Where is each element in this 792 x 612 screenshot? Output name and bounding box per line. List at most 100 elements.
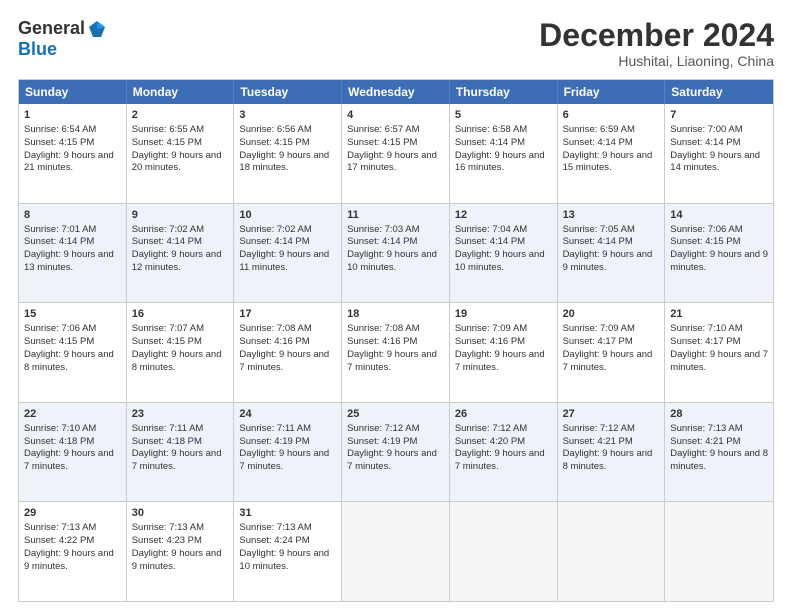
calendar-cell: 6 Sunrise: 6:59 AM Sunset: 4:14 PM Dayli… bbox=[558, 104, 666, 203]
day-number: 25 bbox=[347, 407, 444, 422]
sunrise-label: Sunrise: 7:03 AM bbox=[347, 224, 419, 235]
sunset-label: Sunset: 4:15 PM bbox=[347, 137, 417, 148]
logo-general-text: General bbox=[18, 18, 85, 39]
day-number: 22 bbox=[24, 407, 121, 422]
daylight-label: Daylight: 9 hours and 8 minutes. bbox=[132, 349, 222, 373]
day-number: 27 bbox=[563, 407, 660, 422]
sunset-label: Sunset: 4:15 PM bbox=[24, 137, 94, 148]
calendar-cell: 2 Sunrise: 6:55 AM Sunset: 4:15 PM Dayli… bbox=[127, 104, 235, 203]
header-cell-monday: Monday bbox=[127, 80, 235, 104]
day-number: 26 bbox=[455, 407, 552, 422]
sunset-label: Sunset: 4:18 PM bbox=[132, 436, 202, 447]
daylight-label: Daylight: 9 hours and 20 minutes. bbox=[132, 150, 222, 174]
calendar-cell: 14 Sunrise: 7:06 AM Sunset: 4:15 PM Dayl… bbox=[665, 204, 773, 303]
month-title: December 2024 bbox=[539, 18, 774, 53]
calendar-cell: 17 Sunrise: 7:08 AM Sunset: 4:16 PM Dayl… bbox=[234, 303, 342, 402]
sunset-label: Sunset: 4:14 PM bbox=[24, 236, 94, 247]
daylight-label: Daylight: 9 hours and 7 minutes. bbox=[239, 349, 329, 373]
day-number: 15 bbox=[24, 307, 121, 322]
logo: General Blue bbox=[18, 18, 107, 60]
sunrise-label: Sunrise: 7:08 AM bbox=[347, 323, 419, 334]
day-number: 20 bbox=[563, 307, 660, 322]
calendar-cell: 7 Sunrise: 7:00 AM Sunset: 4:14 PM Dayli… bbox=[665, 104, 773, 203]
day-number: 1 bbox=[24, 108, 121, 123]
daylight-label: Daylight: 9 hours and 7 minutes. bbox=[455, 349, 545, 373]
calendar-row-4: 22 Sunrise: 7:10 AM Sunset: 4:18 PM Dayl… bbox=[19, 402, 773, 502]
sunrise-label: Sunrise: 7:11 AM bbox=[132, 423, 204, 434]
daylight-label: Daylight: 9 hours and 9 minutes. bbox=[563, 249, 653, 273]
sunrise-label: Sunrise: 7:06 AM bbox=[24, 323, 96, 334]
header: General Blue December 2024 Hushitai, Lia… bbox=[18, 18, 774, 69]
sunset-label: Sunset: 4:14 PM bbox=[132, 236, 202, 247]
daylight-label: Daylight: 9 hours and 21 minutes. bbox=[24, 150, 114, 174]
sunrise-label: Sunrise: 6:55 AM bbox=[132, 124, 204, 135]
calendar-header: SundayMondayTuesdayWednesdayThursdayFrid… bbox=[19, 80, 773, 104]
sunset-label: Sunset: 4:15 PM bbox=[132, 137, 202, 148]
sunset-label: Sunset: 4:17 PM bbox=[563, 336, 633, 347]
sunrise-label: Sunrise: 7:11 AM bbox=[239, 423, 311, 434]
daylight-label: Daylight: 9 hours and 18 minutes. bbox=[239, 150, 329, 174]
calendar-cell: 20 Sunrise: 7:09 AM Sunset: 4:17 PM Dayl… bbox=[558, 303, 666, 402]
sunrise-label: Sunrise: 6:56 AM bbox=[239, 124, 311, 135]
day-number: 3 bbox=[239, 108, 336, 123]
calendar-cell: 10 Sunrise: 7:02 AM Sunset: 4:14 PM Dayl… bbox=[234, 204, 342, 303]
sunset-label: Sunset: 4:14 PM bbox=[670, 137, 740, 148]
calendar-cell: 16 Sunrise: 7:07 AM Sunset: 4:15 PM Dayl… bbox=[127, 303, 235, 402]
location-subtitle: Hushitai, Liaoning, China bbox=[539, 53, 774, 69]
calendar-cell: 31 Sunrise: 7:13 AM Sunset: 4:24 PM Dayl… bbox=[234, 502, 342, 601]
daylight-label: Daylight: 9 hours and 7 minutes. bbox=[563, 349, 653, 373]
sunset-label: Sunset: 4:19 PM bbox=[239, 436, 309, 447]
sunrise-label: Sunrise: 7:01 AM bbox=[24, 224, 96, 235]
sunrise-label: Sunrise: 7:13 AM bbox=[24, 522, 96, 533]
day-number: 21 bbox=[670, 307, 768, 322]
daylight-label: Daylight: 9 hours and 13 minutes. bbox=[24, 249, 114, 273]
logo-blue-text: Blue bbox=[18, 39, 57, 60]
daylight-label: Daylight: 9 hours and 9 minutes. bbox=[670, 249, 768, 273]
sunset-label: Sunset: 4:24 PM bbox=[239, 535, 309, 546]
calendar-cell: 5 Sunrise: 6:58 AM Sunset: 4:14 PM Dayli… bbox=[450, 104, 558, 203]
calendar-body: 1 Sunrise: 6:54 AM Sunset: 4:15 PM Dayli… bbox=[19, 104, 773, 601]
calendar-row-2: 8 Sunrise: 7:01 AM Sunset: 4:14 PM Dayli… bbox=[19, 203, 773, 303]
calendar-cell: 9 Sunrise: 7:02 AM Sunset: 4:14 PM Dayli… bbox=[127, 204, 235, 303]
calendar-cell: 13 Sunrise: 7:05 AM Sunset: 4:14 PM Dayl… bbox=[558, 204, 666, 303]
sunset-label: Sunset: 4:21 PM bbox=[563, 436, 633, 447]
sunrise-label: Sunrise: 6:57 AM bbox=[347, 124, 419, 135]
sunrise-label: Sunrise: 7:12 AM bbox=[563, 423, 635, 434]
daylight-label: Daylight: 9 hours and 17 minutes. bbox=[347, 150, 437, 174]
sunset-label: Sunset: 4:17 PM bbox=[670, 336, 740, 347]
day-number: 17 bbox=[239, 307, 336, 322]
day-number: 28 bbox=[670, 407, 768, 422]
sunrise-label: Sunrise: 7:13 AM bbox=[239, 522, 311, 533]
calendar-cell: 30 Sunrise: 7:13 AM Sunset: 4:23 PM Dayl… bbox=[127, 502, 235, 601]
sunrise-label: Sunrise: 6:58 AM bbox=[455, 124, 527, 135]
header-cell-saturday: Saturday bbox=[665, 80, 773, 104]
day-number: 19 bbox=[455, 307, 552, 322]
sunset-label: Sunset: 4:14 PM bbox=[563, 137, 633, 148]
day-number: 14 bbox=[670, 208, 768, 223]
page: General Blue December 2024 Hushitai, Lia… bbox=[0, 0, 792, 612]
calendar-cell bbox=[558, 502, 666, 601]
sunset-label: Sunset: 4:14 PM bbox=[239, 236, 309, 247]
calendar-cell: 29 Sunrise: 7:13 AM Sunset: 4:22 PM Dayl… bbox=[19, 502, 127, 601]
sunset-label: Sunset: 4:15 PM bbox=[670, 236, 740, 247]
calendar-row-1: 1 Sunrise: 6:54 AM Sunset: 4:15 PM Dayli… bbox=[19, 104, 773, 203]
sunrise-label: Sunrise: 7:09 AM bbox=[455, 323, 527, 334]
daylight-label: Daylight: 9 hours and 8 minutes. bbox=[24, 349, 114, 373]
calendar-cell: 24 Sunrise: 7:11 AM Sunset: 4:19 PM Dayl… bbox=[234, 403, 342, 502]
calendar-cell: 4 Sunrise: 6:57 AM Sunset: 4:15 PM Dayli… bbox=[342, 104, 450, 203]
sunset-label: Sunset: 4:15 PM bbox=[132, 336, 202, 347]
day-number: 24 bbox=[239, 407, 336, 422]
daylight-label: Daylight: 9 hours and 7 minutes. bbox=[132, 448, 222, 472]
sunset-label: Sunset: 4:16 PM bbox=[455, 336, 525, 347]
day-number: 11 bbox=[347, 208, 444, 223]
sunrise-label: Sunrise: 7:09 AM bbox=[563, 323, 635, 334]
sunrise-label: Sunrise: 7:12 AM bbox=[347, 423, 419, 434]
sunset-label: Sunset: 4:15 PM bbox=[24, 336, 94, 347]
daylight-label: Daylight: 9 hours and 11 minutes. bbox=[239, 249, 329, 273]
calendar-cell: 1 Sunrise: 6:54 AM Sunset: 4:15 PM Dayli… bbox=[19, 104, 127, 203]
calendar-cell bbox=[450, 502, 558, 601]
sunset-label: Sunset: 4:15 PM bbox=[239, 137, 309, 148]
daylight-label: Daylight: 9 hours and 7 minutes. bbox=[239, 448, 329, 472]
calendar-cell: 22 Sunrise: 7:10 AM Sunset: 4:18 PM Dayl… bbox=[19, 403, 127, 502]
header-cell-tuesday: Tuesday bbox=[234, 80, 342, 104]
